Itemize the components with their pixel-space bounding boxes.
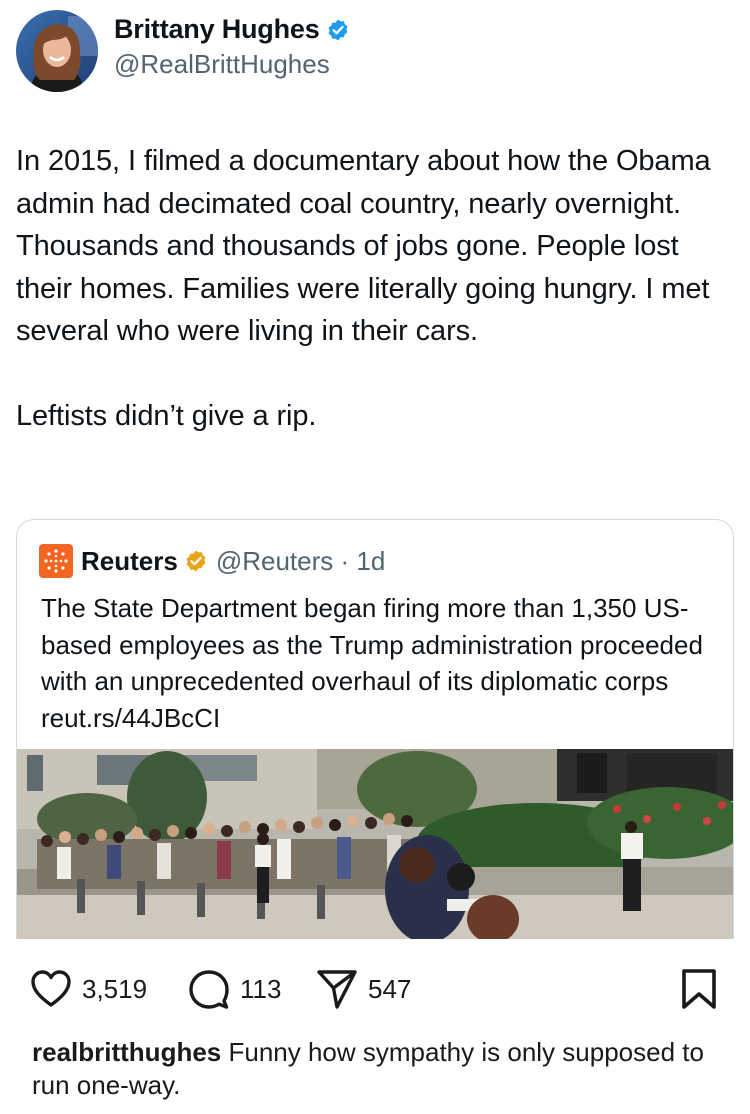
instagram-post: Brittany Hughes @RealBrittHughes In 2015… — [0, 0, 750, 1114]
quoted-author-name[interactable]: Reuters — [81, 546, 178, 577]
author-info: Brittany Hughes @RealBrittHughes — [114, 14, 350, 80]
tweet-paragraph-1: In 2015, I filmed a documentary about ho… — [16, 145, 711, 347]
gold-verified-badge-icon — [186, 550, 206, 572]
quoted-tweet-header: Reuters @Reuters · 1d — [39, 544, 385, 578]
avatar[interactable] — [16, 10, 98, 92]
quoted-handle-time[interactable]: @Reuters · 1d — [216, 546, 385, 577]
bookmark-icon — [682, 969, 716, 1009]
caption-username[interactable]: realbritthughes — [32, 1037, 221, 1067]
save-button[interactable] — [680, 968, 718, 1010]
like-count: 3,519 — [82, 973, 148, 1004]
post-actions: 3,519 113 547 — [30, 968, 720, 1010]
comment-button[interactable]: 113 — [188, 968, 281, 1010]
author-handle[interactable]: @RealBrittHughes — [114, 49, 350, 80]
tweet-text: In 2015, I filmed a documentary about ho… — [16, 140, 736, 437]
tweet-header: Brittany Hughes @RealBrittHughes — [16, 10, 350, 92]
reuters-logo-icon — [39, 544, 73, 578]
like-button[interactable]: 3,519 — [30, 968, 147, 1010]
post-caption: realbritthughes Funny how sympathy is on… — [32, 1036, 722, 1102]
verified-badge-icon — [328, 19, 347, 40]
author-display-name[interactable]: Brittany Hughes — [114, 14, 320, 45]
quoted-tweet-photo[interactable] — [17, 749, 734, 939]
tweet-paragraph-2: Leftists didn’t give a rip. — [16, 399, 317, 432]
heart-icon — [31, 970, 71, 1007]
share-count: 547 — [368, 973, 412, 1004]
comment-count: 113 — [240, 973, 282, 1004]
quoted-tweet-text: The State Department began firing more t… — [41, 593, 703, 733]
quoted-tweet-card[interactable]: Reuters @Reuters · 1d The State Departme… — [16, 519, 734, 939]
send-icon — [317, 970, 357, 1009]
share-button[interactable]: 547 — [316, 968, 411, 1010]
comment-icon — [189, 970, 229, 1009]
